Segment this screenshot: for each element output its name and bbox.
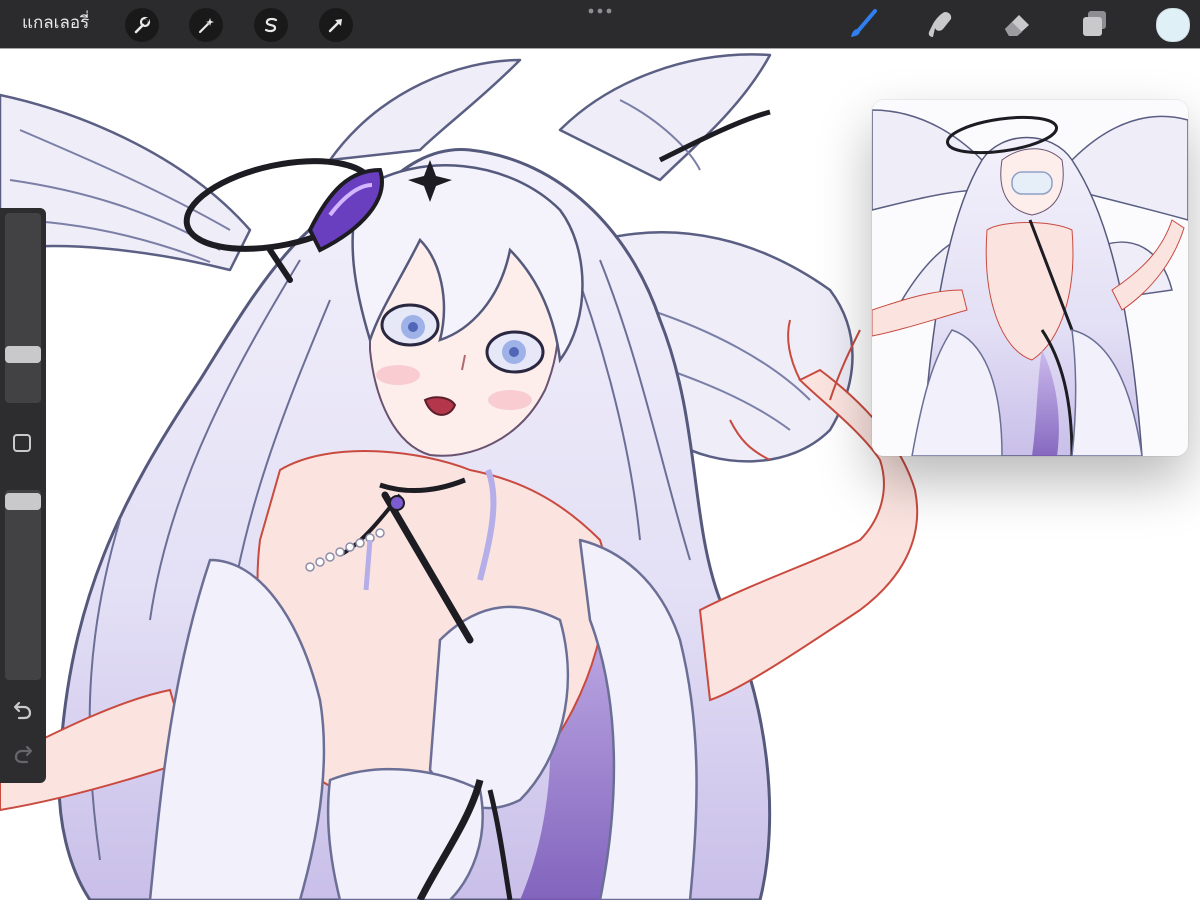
side-toolbar bbox=[0, 208, 46, 783]
eraser-icon[interactable] bbox=[1000, 7, 1034, 41]
gallery-button[interactable]: แกลเลอรี่ bbox=[22, 13, 89, 33]
wrench-icon bbox=[134, 16, 151, 34]
smudge-icon[interactable] bbox=[923, 7, 957, 41]
selection-icon bbox=[264, 17, 278, 33]
adjustments-button[interactable] bbox=[189, 8, 223, 42]
top-toolbar: แกลเลอรี่ bbox=[0, 0, 1200, 48]
opacity-slider[interactable] bbox=[5, 490, 41, 680]
undo-icon[interactable] bbox=[12, 700, 34, 720]
color-icon[interactable] bbox=[1156, 8, 1190, 42]
layers-icon[interactable] bbox=[1078, 7, 1112, 41]
reference-window[interactable] bbox=[872, 100, 1188, 456]
brush-size-slider[interactable] bbox=[5, 213, 41, 403]
transform-arrow-icon bbox=[328, 19, 342, 33]
brush-icon[interactable] bbox=[846, 7, 880, 41]
more-options-icon[interactable] bbox=[586, 4, 614, 18]
selection-button[interactable] bbox=[254, 8, 288, 42]
opacity-thumb[interactable] bbox=[5, 493, 41, 510]
magic-wand-icon bbox=[198, 18, 214, 34]
brush-size-thumb[interactable] bbox=[5, 346, 41, 364]
actions-button[interactable] bbox=[125, 8, 159, 42]
square-modify-icon[interactable] bbox=[13, 434, 31, 452]
transform-button[interactable] bbox=[319, 8, 353, 42]
redo-icon[interactable] bbox=[12, 744, 34, 764]
reference-thumbnail bbox=[872, 100, 1188, 456]
